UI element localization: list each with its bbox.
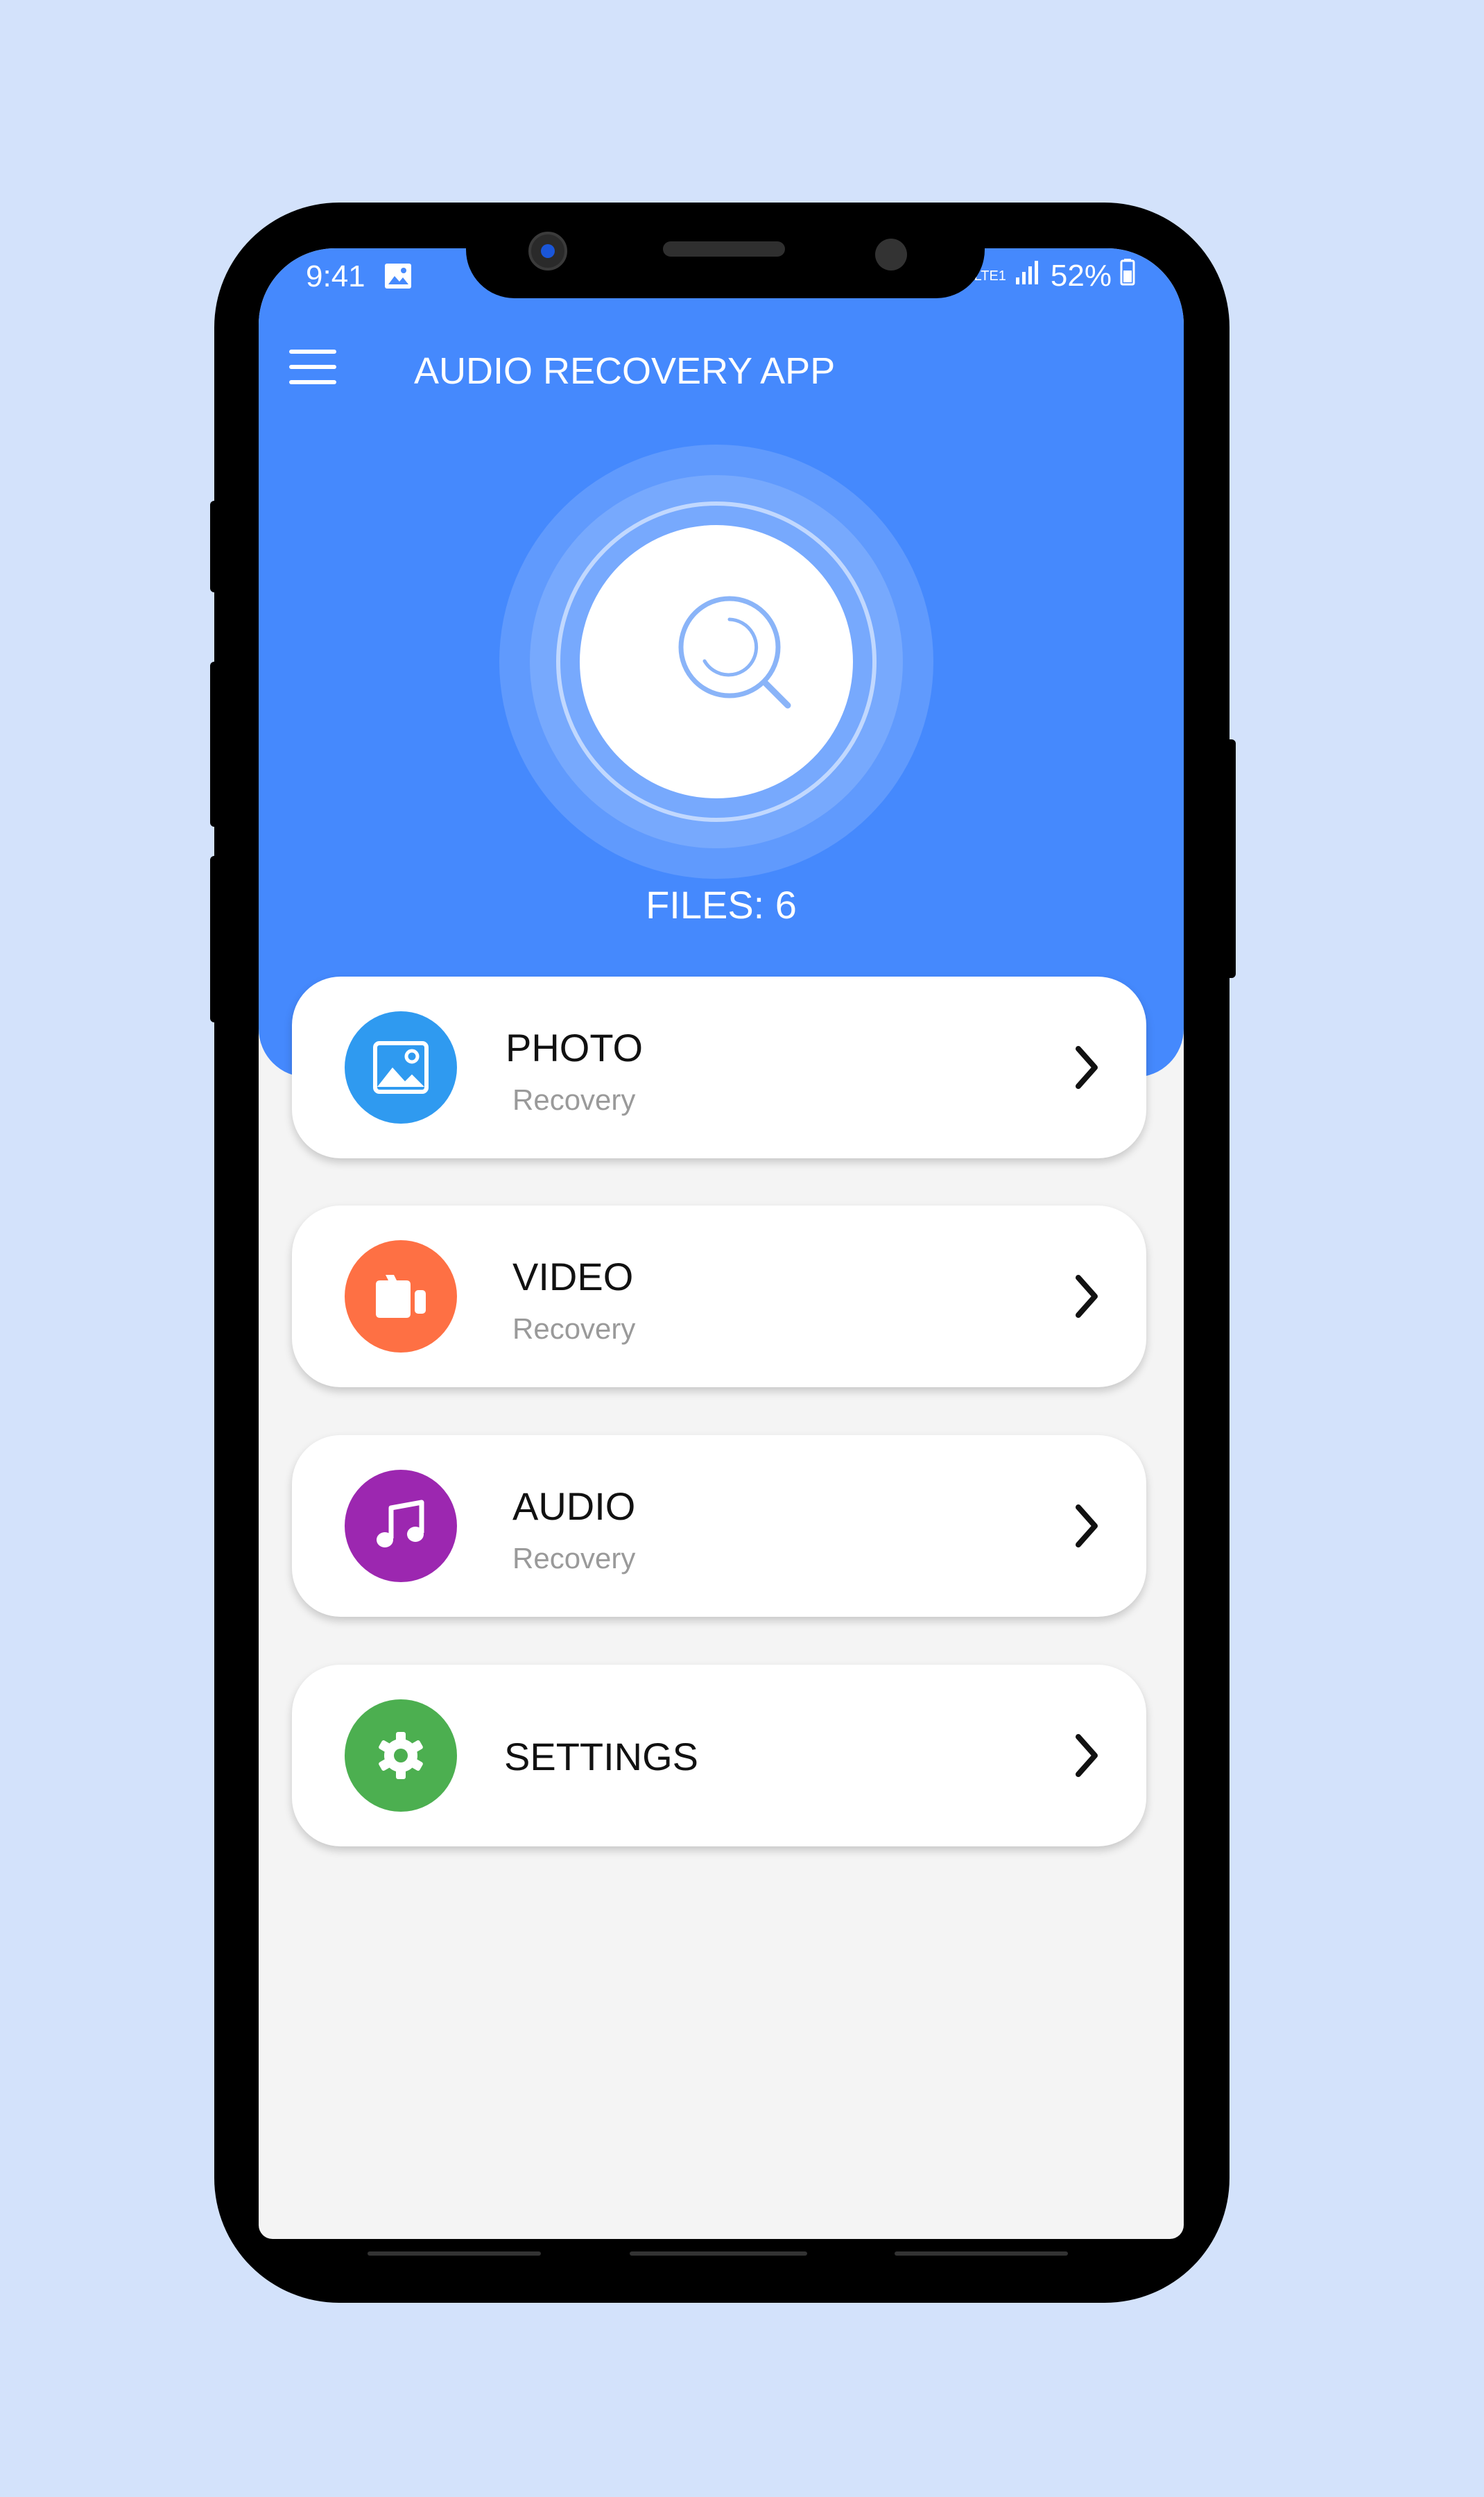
video-recovery-card[interactable]: VIDEO Recovery [292, 1205, 1146, 1387]
status-right-group: LTE1 52% [974, 258, 1135, 293]
status-time: 9:41 [306, 259, 365, 293]
settings-icon-badge [345, 1699, 457, 1812]
nav-hint-center [630, 2251, 807, 2256]
chevron-right-icon [1076, 1275, 1098, 1318]
audio-icon-badge [345, 1470, 457, 1582]
power-button [1225, 739, 1236, 978]
front-camera [528, 232, 567, 271]
signal-icon [1015, 258, 1042, 293]
audio-subtitle: Recovery [512, 1542, 636, 1574]
scan-button[interactable] [580, 525, 853, 798]
gallery-notification-icon [383, 262, 413, 298]
battery-percent: 52% [1050, 258, 1112, 293]
phone-notch [466, 203, 985, 298]
search-scan-icon [678, 596, 791, 709]
photo-subtitle: Recovery [512, 1083, 636, 1116]
chevron-right-icon [1076, 1734, 1098, 1777]
volume-up-button [210, 501, 220, 592]
photo-recovery-card[interactable]: PHOTO Recovery [292, 977, 1146, 1158]
photo-title: PHOTO [506, 1026, 644, 1070]
files-count-label: FILES: 6 [646, 883, 797, 927]
header-panel: 9:41 LTE1 52% AUDIO RECOVERY APP FILES: … [259, 248, 1184, 1077]
scan-area [499, 445, 933, 879]
gear-icon [379, 1732, 423, 1779]
video-icon [376, 1275, 426, 1318]
battery-icon [1120, 258, 1135, 293]
video-title: VIDEO [512, 1255, 634, 1298]
bixby-button [210, 856, 220, 1022]
settings-card[interactable]: SETTINGS [292, 1665, 1146, 1846]
earpiece-speaker [663, 241, 785, 257]
proximity-sensor [875, 239, 907, 271]
music-note-icon [377, 1500, 424, 1547]
image-icon [373, 1041, 429, 1094]
hamburger-menu-icon[interactable] [289, 350, 336, 387]
settings-title: SETTINGS [504, 1735, 699, 1778]
audio-title: AUDIO [512, 1484, 636, 1528]
chevron-right-icon [1076, 1504, 1098, 1547]
video-subtitle: Recovery [512, 1312, 636, 1345]
nav-hint-left [368, 2251, 541, 2256]
video-icon-badge [345, 1240, 457, 1353]
app-title: AUDIO RECOVERY APP [414, 350, 836, 392]
volume-down-button [210, 662, 220, 827]
phone-screen: 9:41 LTE1 52% AUDIO RECOVERY APP FILES: … [259, 248, 1184, 2239]
chevron-right-icon [1076, 1046, 1098, 1089]
photo-icon-badge [345, 1011, 457, 1124]
nav-hint-right [895, 2251, 1068, 2256]
audio-recovery-card[interactable]: AUDIO Recovery [292, 1435, 1146, 1617]
